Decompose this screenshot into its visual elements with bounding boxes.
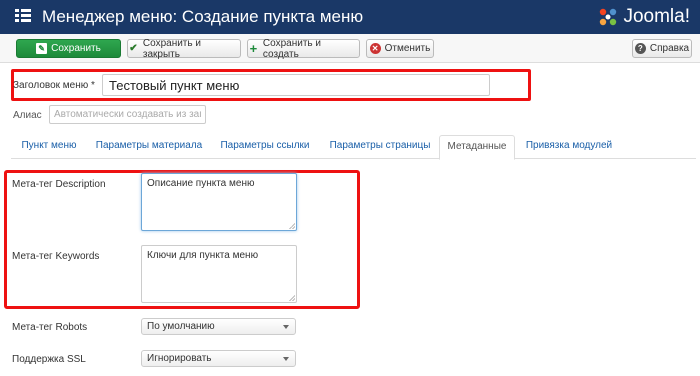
- app-header: Менеджер меню: Создание пункта меню Joom…: [0, 0, 700, 34]
- check-icon: ✔: [129, 43, 138, 54]
- meta-keywords-label: Мета-тег Keywords: [12, 251, 100, 262]
- resize-grip-icon[interactable]: [289, 223, 295, 229]
- page-title: Менеджер меню: Создание пункта меню: [42, 7, 364, 26]
- tab-module-assignment[interactable]: Привязка модулей: [517, 135, 621, 159]
- meta-description-value: Описание пункта меню: [147, 178, 255, 189]
- list-menu-icon: [15, 9, 31, 23]
- help-button[interactable]: ? Справка: [632, 39, 692, 58]
- title-label: Заголовок меню *: [13, 80, 95, 91]
- help-icon: ?: [634, 43, 646, 54]
- meta-robots-value: По умолчанию: [147, 321, 215, 332]
- title-input[interactable]: [102, 74, 490, 96]
- save-icon: ✎: [36, 43, 48, 54]
- tab-article-options[interactable]: Параметры материала: [89, 135, 209, 159]
- ssl-value: Игнорировать: [147, 353, 212, 364]
- joomla-logo-text: Joomla!: [623, 6, 690, 27]
- resize-grip-icon[interactable]: [289, 295, 295, 301]
- save-and-new-button[interactable]: + Сохранить и создать: [247, 37, 360, 60]
- cancel-button[interactable]: ✕ Отменить: [366, 39, 434, 58]
- alias-input[interactable]: [49, 105, 206, 124]
- tab-bar: Пункт меню Параметры материала Параметры…: [11, 135, 696, 160]
- chevron-down-icon: [283, 357, 289, 361]
- help-label: Справка: [649, 43, 690, 54]
- toolbar: ✎ Сохранить ✔ Сохранить и закрыть + Сохр…: [0, 34, 700, 63]
- meta-keywords-textarea[interactable]: Ключи для пункта меню: [141, 245, 297, 303]
- meta-robots-select[interactable]: По умолчанию: [141, 318, 296, 335]
- meta-robots-label: Мета-тег Robots: [12, 322, 88, 333]
- alias-label: Алиас: [13, 110, 42, 121]
- save-and-new-label: Сохранить и создать: [262, 37, 321, 60]
- meta-description-textarea[interactable]: Описание пункта меню: [141, 173, 297, 231]
- save-button-label: Сохранить: [51, 43, 101, 54]
- tab-menu-item[interactable]: Пункт меню: [11, 135, 87, 159]
- cancel-icon: ✕: [369, 43, 381, 54]
- tab-link-options[interactable]: Параметры ссылки: [213, 135, 317, 159]
- cancel-label: Отменить: [384, 43, 431, 54]
- save-button[interactable]: ✎ Сохранить: [16, 39, 121, 58]
- tab-metadata[interactable]: Метаданные: [439, 135, 515, 160]
- meta-keywords-value: Ключи для пункта меню: [147, 250, 259, 261]
- ssl-label: Поддержка SSL: [12, 354, 86, 365]
- ssl-select[interactable]: Игнорировать: [141, 350, 296, 367]
- save-and-close-button[interactable]: ✔ Сохранить и закрыть: [127, 37, 241, 60]
- save-and-close-label: Сохранить и закрыть: [142, 37, 201, 60]
- joomla-logo-icon: [600, 8, 617, 26]
- chevron-down-icon: [283, 325, 289, 329]
- plus-icon: +: [249, 41, 258, 56]
- tab-page-options[interactable]: Параметры страницы: [321, 135, 439, 159]
- meta-description-label: Мета-тег Description: [12, 179, 106, 190]
- joomla-logo: Joomla!: [597, 5, 690, 29]
